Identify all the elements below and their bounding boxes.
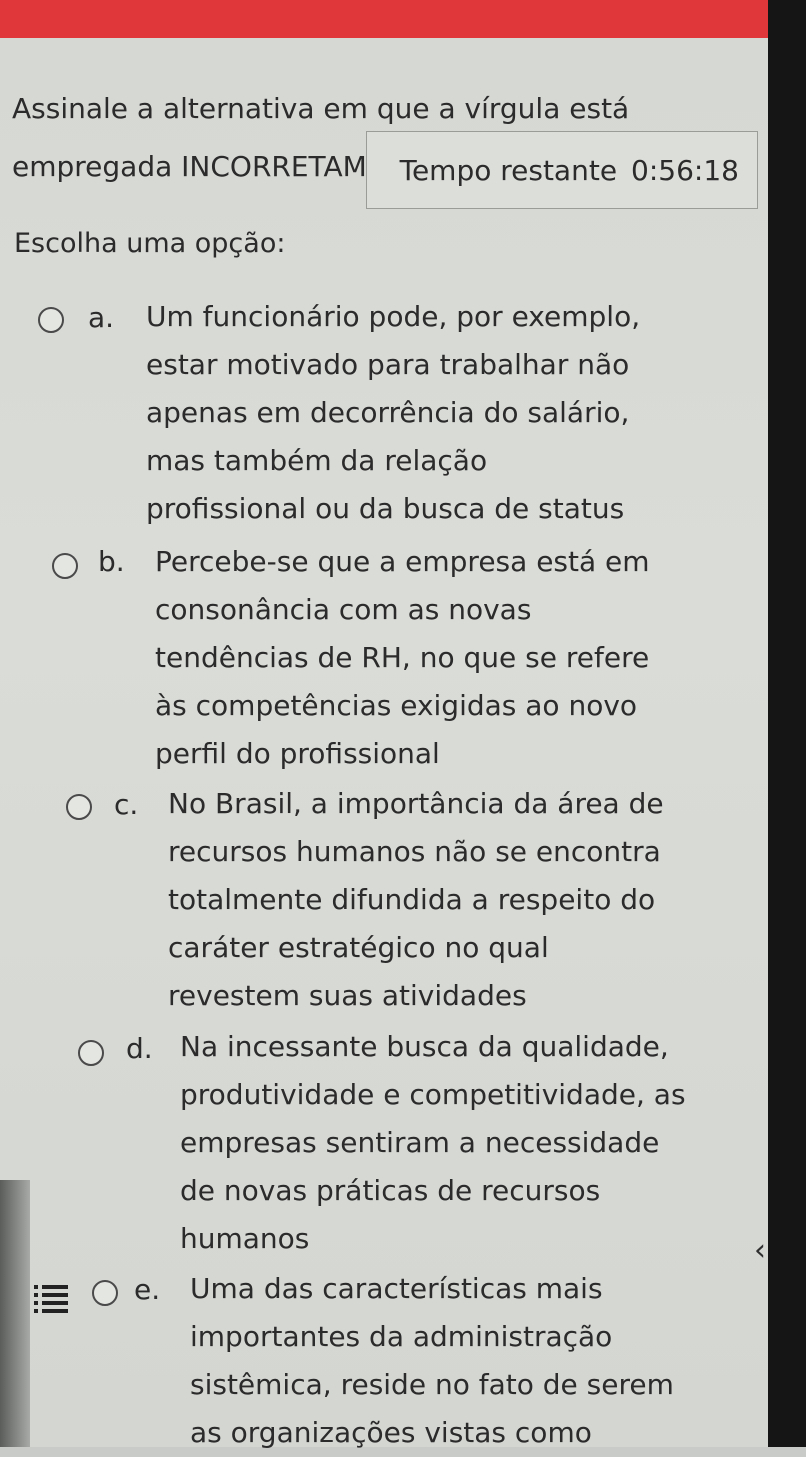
timer-label: Tempo restante: [399, 153, 618, 187]
option-a-text: Um funcionário pode, por exemplo, estar …: [146, 293, 640, 533]
option-d-text: Na incessante busca da qualidade, produt…: [180, 1023, 686, 1263]
option-a-line-3: apenas em decorrência do salário,: [146, 396, 630, 429]
option-e[interactable]: e. Uma das características mais importan…: [0, 1255, 760, 1449]
radio-option-a[interactable]: [38, 307, 64, 333]
option-a-letter: a.: [88, 301, 115, 334]
option-a-line-4: mas também da relação: [146, 444, 488, 477]
timer-value: 0:56:18: [631, 153, 739, 187]
chevron-left-icon[interactable]: ‹: [754, 1233, 766, 1268]
option-a-line-2: estar motivado para trabalhar não: [146, 348, 630, 381]
option-c-text: No Brasil, a importância da área de recu…: [168, 780, 664, 1020]
radio-option-d[interactable]: [78, 1040, 104, 1066]
option-b-letter: b.: [98, 545, 125, 578]
option-c-line-4: caráter estratégico no qual: [168, 931, 549, 964]
option-b[interactable]: b. Percebe-se que a empresa está em cons…: [0, 527, 760, 777]
option-b-line-2: consonância com as novas: [155, 593, 532, 626]
option-b-line-4: às competências exigidas ao novo: [155, 689, 638, 722]
option-e-line-2: importantes da administração: [190, 1320, 613, 1353]
option-a-line-5: profissional ou da busca de status: [146, 492, 625, 525]
option-d-line-4: de novas práticas de recursos: [180, 1174, 601, 1207]
radio-option-e[interactable]: [92, 1280, 118, 1306]
option-d[interactable]: d. Na incessante busca da qualidade, pro…: [0, 1011, 760, 1261]
option-e-text: Uma das características mais importantes…: [190, 1265, 674, 1457]
option-c-line-3: totalmente difundida a respeito do: [168, 883, 656, 916]
option-b-line-3: tendências de RH, no que se refere: [155, 641, 650, 674]
radio-option-c[interactable]: [66, 794, 92, 820]
option-b-line-1: Percebe-se que a empresa está em: [155, 545, 650, 578]
list-icon[interactable]: [34, 1283, 70, 1313]
device-edge-right: [768, 0, 806, 1447]
option-c-line-1: No Brasil, a importância da área de: [168, 787, 664, 820]
option-c-line-2: recursos humanos não se encontra: [168, 835, 661, 868]
option-a-line-1: Um funcionário pode, por exemplo,: [146, 300, 641, 333]
option-c-letter: c.: [114, 788, 139, 821]
option-e-line-4: as organizações vistas como: [190, 1416, 592, 1449]
option-b-text: Percebe-se que a empresa está em consonâ…: [155, 538, 650, 778]
option-c[interactable]: c. No Brasil, a importância da área de r…: [0, 769, 760, 1019]
option-e-line-1: Uma das características mais: [190, 1272, 603, 1305]
option-d-line-1: Na incessante busca da qualidade,: [180, 1030, 669, 1063]
question-line-1: Assinale a alternativa em que a vírgula …: [12, 92, 630, 125]
option-e-line-3: sistêmica, reside no fato de serem: [190, 1368, 674, 1401]
choose-option-label: Escolha uma opção:: [14, 228, 286, 259]
option-e-letter: e.: [134, 1273, 161, 1306]
option-a[interactable]: a. Um funcionário pode, por exemplo, est…: [0, 282, 760, 532]
option-d-line-3: empresas sentiram a necessidade: [180, 1126, 660, 1159]
top-bar: [0, 0, 806, 38]
option-d-letter: d.: [126, 1032, 153, 1065]
time-remaining-box: Tempo restante 0:56:18: [366, 131, 758, 209]
radio-option-b[interactable]: [52, 553, 78, 579]
option-d-line-2: produtividade e competitividade, as: [180, 1078, 686, 1111]
